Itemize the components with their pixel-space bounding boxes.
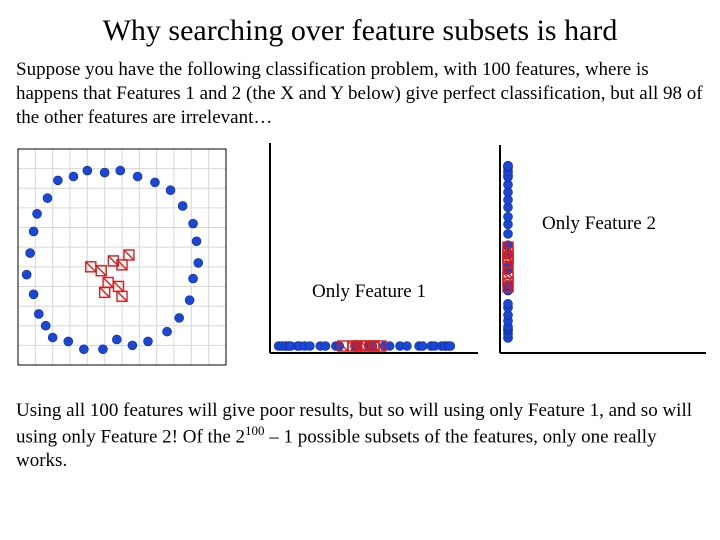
conclusion-exponent: 100 bbox=[245, 423, 265, 438]
label-only-feature-2: Only Feature 2 bbox=[542, 213, 656, 235]
chart-feature2-strip bbox=[488, 139, 708, 373]
intro-paragraph: Suppose you have the following classific… bbox=[0, 54, 720, 133]
chart-feature1-strip bbox=[262, 139, 482, 373]
charts-area: Only Feature 1 Only Feature 2 bbox=[12, 139, 708, 389]
conclusion-paragraph: Using all 100 features will give poor re… bbox=[0, 389, 720, 477]
chart-2d-scatter bbox=[12, 143, 232, 371]
label-only-feature-1: Only Feature 1 bbox=[312, 281, 426, 303]
page-title: Why searching over feature subsets is ha… bbox=[0, 0, 720, 54]
